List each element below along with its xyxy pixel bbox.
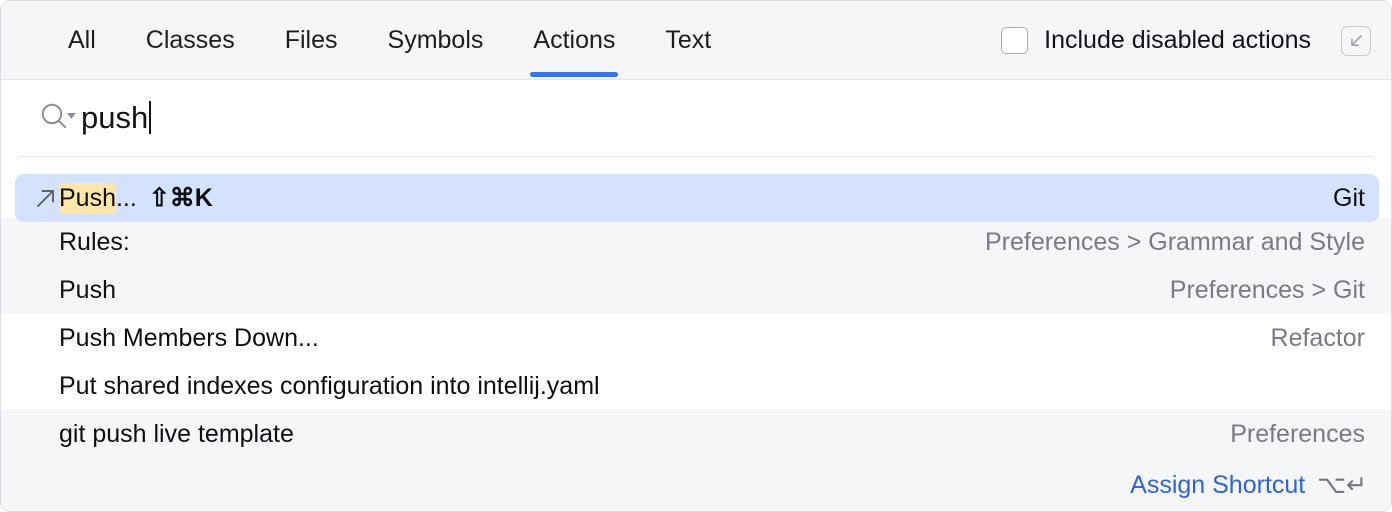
tab-all[interactable]: All bbox=[43, 1, 121, 80]
result-title: Rules: bbox=[59, 227, 130, 256]
result-row-put-shared-indexes[interactable]: Put shared indexes configuration into in… bbox=[1, 362, 1391, 410]
assign-shortcut-keys: ⌥↵ bbox=[1317, 471, 1367, 499]
tab-label: All bbox=[68, 26, 96, 54]
result-title: Put shared indexes configuration into in… bbox=[59, 371, 600, 400]
result-row-left: Push bbox=[15, 276, 1146, 305]
assign-shortcut-link[interactable]: Assign Shortcut bbox=[1130, 471, 1305, 500]
result-title: Push Members Down... bbox=[59, 323, 319, 352]
tab-text[interactable]: Text bbox=[640, 1, 736, 80]
tab-symbols[interactable]: Symbols bbox=[363, 1, 509, 80]
result-row-left: Push... ⇧⌘K bbox=[15, 182, 1309, 213]
result-row-push-members-down[interactable]: Push Members Down... Refactor bbox=[1, 314, 1391, 362]
result-row-git-push-live-template[interactable]: git push live template Preferences bbox=[1, 410, 1391, 458]
result-title-match: Push bbox=[59, 182, 116, 213]
tab-label: Files bbox=[284, 26, 338, 54]
result-title: git push live template bbox=[59, 419, 294, 448]
tab-files[interactable]: Files bbox=[260, 1, 363, 80]
search-results-divider bbox=[19, 156, 1373, 157]
result-group-label: Preferences bbox=[1230, 419, 1365, 448]
footer-bar: Assign Shortcut ⌥↵ bbox=[1, 459, 1391, 511]
result-title-rest: ... bbox=[115, 183, 137, 212]
arrow-up-right-icon bbox=[15, 185, 59, 211]
result-group-label: Refactor bbox=[1270, 323, 1365, 352]
tab-label: Classes bbox=[145, 26, 235, 54]
arrow-down-left-icon[interactable] bbox=[1341, 25, 1371, 56]
include-disabled-actions-label: Include disabled actions bbox=[1044, 26, 1311, 54]
header-right-controls: Include disabled actions bbox=[1001, 1, 1391, 80]
text-caret bbox=[149, 100, 152, 134]
tab-label: Symbols bbox=[387, 26, 484, 54]
result-title: Push... bbox=[59, 182, 137, 213]
result-row-left: Rules: bbox=[15, 228, 961, 257]
result-row-left: Put shared indexes configuration into in… bbox=[15, 372, 1341, 401]
tab-list: All Classes Files Symbols Actions Text bbox=[1, 1, 736, 80]
tab-label: Text bbox=[665, 26, 712, 54]
search-row[interactable]: push bbox=[1, 81, 1391, 153]
result-group-label: Git bbox=[1333, 183, 1365, 212]
result-row-left: git push live template bbox=[15, 420, 1206, 449]
tab-actions[interactable]: Actions bbox=[508, 1, 640, 80]
result-row-left: Push Members Down... bbox=[15, 324, 1247, 353]
tab-classes[interactable]: Classes bbox=[121, 1, 260, 80]
result-row-push-git[interactable]: Push... ⇧⌘K Git bbox=[15, 174, 1379, 222]
result-row-push-preferences[interactable]: Push Preferences > Git bbox=[1, 266, 1391, 314]
result-shortcut: ⇧⌘K bbox=[148, 184, 213, 212]
search-input-value[interactable]: push bbox=[81, 102, 148, 133]
tab-label: Actions bbox=[533, 26, 616, 54]
search-everywhere-popup: All Classes Files Symbols Actions Text I… bbox=[0, 0, 1392, 512]
result-title: Push bbox=[59, 275, 116, 304]
search-dropdown-icon[interactable] bbox=[39, 100, 81, 134]
result-group-label: Preferences > Git bbox=[1169, 275, 1365, 304]
checkbox-box-icon[interactable] bbox=[1001, 27, 1029, 54]
include-disabled-actions-checkbox[interactable]: Include disabled actions bbox=[1001, 26, 1311, 55]
tab-header: All Classes Files Symbols Actions Text I… bbox=[1, 1, 1391, 80]
result-row-rules[interactable]: Rules: Preferences > Grammar and Style bbox=[1, 218, 1391, 266]
result-group-label: Preferences > Grammar and Style bbox=[984, 227, 1365, 256]
